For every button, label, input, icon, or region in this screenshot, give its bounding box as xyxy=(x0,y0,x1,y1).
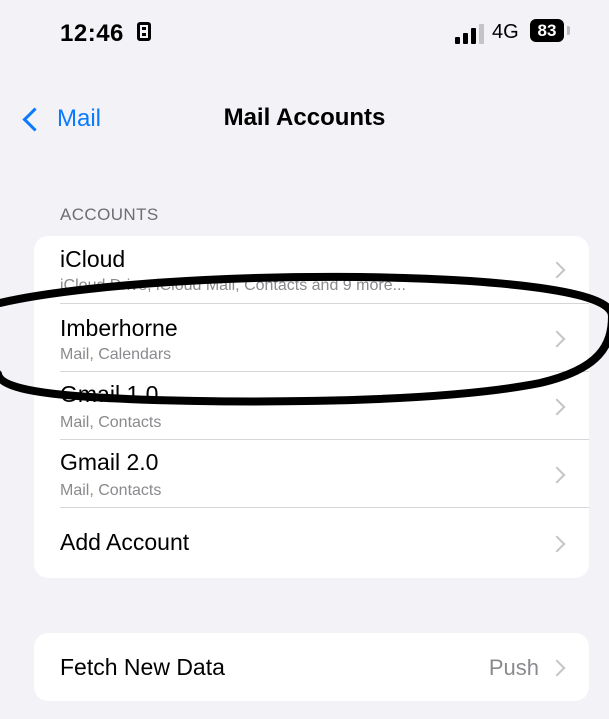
account-row-gmail-2[interactable]: Gmail 2.0 Mail, Contacts xyxy=(34,440,589,508)
account-title: Imberhorne xyxy=(60,315,178,341)
chevron-right-icon xyxy=(548,535,566,553)
chevron-right-icon xyxy=(548,330,566,348)
account-subtitle: Mail, Calendars xyxy=(60,346,172,363)
account-title: Gmail 1.0 xyxy=(60,381,159,407)
chevron-right-icon xyxy=(548,261,566,279)
add-account-label: Add Account xyxy=(60,529,190,555)
battery-tip xyxy=(567,26,570,35)
fetch-new-data-row[interactable]: Fetch New Data Push xyxy=(34,633,589,701)
network-type: 4G xyxy=(492,21,519,43)
badge-icon xyxy=(137,22,151,41)
account-row-imberhorne[interactable]: Imberhorne Mail, Calendars xyxy=(34,304,589,372)
account-title: iCloud xyxy=(60,246,126,272)
account-row-icloud[interactable]: iCloud iCloud Drive, iCloud Mail, Contac… xyxy=(34,236,589,304)
status-bar: 12:46 4G 83 xyxy=(0,0,609,70)
page-title: Mail Accounts xyxy=(223,104,386,131)
accounts-list: iCloud iCloud Drive, iCloud Mail, Contac… xyxy=(34,236,589,578)
account-subtitle: iCloud Drive, iCloud Mail, Contacts and … xyxy=(60,277,406,294)
cellular-signal-icon xyxy=(455,24,485,44)
fetch-value: Push xyxy=(488,655,539,680)
account-subtitle: Mail, Contacts xyxy=(60,414,162,431)
chevron-right-icon xyxy=(548,659,566,677)
chevron-right-icon xyxy=(548,398,566,416)
add-account-button[interactable]: Add Account xyxy=(34,508,589,578)
account-row-gmail-1[interactable]: Gmail 1.0 Mail, Contacts xyxy=(34,372,589,440)
account-subtitle: Mail, Contacts xyxy=(60,482,162,499)
account-title: Gmail 2.0 xyxy=(60,449,159,475)
status-time: 12:46 xyxy=(60,20,124,47)
fetch-label: Fetch New Data xyxy=(60,654,225,680)
fetch-group: Fetch New Data Push xyxy=(34,633,589,701)
section-header-accounts: ACCOUNTS xyxy=(60,205,159,224)
battery-icon: 83 xyxy=(530,19,564,42)
chevron-right-icon xyxy=(548,466,566,484)
